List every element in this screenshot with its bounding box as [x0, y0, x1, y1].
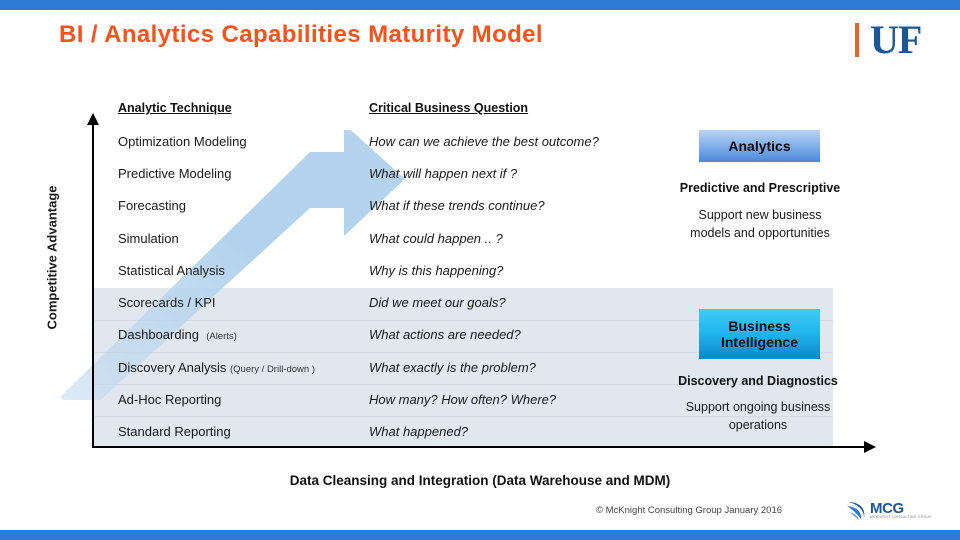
bottom-accent-bar [0, 530, 960, 540]
uf-logo: UF [855, 17, 922, 62]
business-intelligence-body: Support ongoing business operations [685, 400, 831, 432]
cell-question: How can we achieve the best outcome? [369, 134, 599, 149]
cell-question: What exactly is the problem? [369, 360, 536, 375]
x-axis-arrowhead [864, 441, 876, 453]
copyright-text: © McKnight Consulting Group January 2016 [596, 505, 783, 516]
table-row: Simulation [118, 231, 179, 246]
cell-question: What actions are needed? [369, 327, 521, 342]
table-row: Standard Reporting [118, 424, 231, 439]
cell-technique: Predictive Modeling [118, 166, 232, 181]
cell-technique-note: (Alerts) [206, 331, 237, 342]
cell-question: What will happen next if ? [369, 166, 518, 181]
cell-question: What happened? [369, 424, 469, 439]
y-axis-line [92, 122, 94, 448]
analytics-body: Support new business models and opportun… [690, 208, 830, 240]
uf-divider-bar [855, 23, 859, 57]
table-row: Discovery Analysis (Query / Drill-down ) [118, 360, 315, 375]
cell-question: What if these trends continue? [369, 198, 545, 213]
cell-technique: Ad-Hoc Reporting [118, 392, 222, 407]
cell-question: Why is this happening? [369, 263, 504, 278]
table-row: Ad-Hoc Reporting [118, 392, 221, 407]
slide-canvas: BI / Analytics Capabilities Maturity Mod… [0, 0, 960, 540]
foundation-label: Data Cleansing and Integration (Data War… [289, 473, 671, 488]
column-header-technique: Analytic Technique [118, 101, 232, 115]
mcg-logo-subtext: MCKNIGHT CONSULTING GROUP [870, 515, 932, 519]
x-axis-line [92, 446, 865, 448]
y-axis-label: Competitive Advantage [44, 185, 60, 330]
cell-question: How many? How often? Where? [369, 392, 557, 407]
table-row: Forecasting [118, 198, 186, 213]
table-row: Dashboarding (Alerts) [118, 327, 237, 342]
analytics-badge: Analytics [699, 130, 820, 162]
uf-logo-text: UF [870, 17, 922, 62]
cell-technique: Optimization Modeling [118, 134, 247, 149]
table-row: Optimization Modeling [118, 134, 247, 149]
cell-technique-note: (Query / Drill-down ) [230, 364, 315, 375]
top-accent-bar [0, 0, 960, 10]
cell-technique: Forecasting [118, 198, 186, 213]
page-title: BI / Analytics Capabilities Maturity Mod… [59, 21, 544, 48]
cell-technique: Statistical Analysis [118, 263, 225, 278]
table-row: Predictive Modeling [118, 166, 231, 181]
cell-technique: Scorecards / KPI [118, 295, 216, 310]
y-axis-arrowhead [87, 113, 99, 125]
business-intelligence-heading: Discovery and Diagnostics [678, 374, 838, 388]
mcg-logo: MCG MCKNIGHT CONSULTING GROUP [845, 498, 932, 526]
table-row: Statistical Analysis [118, 263, 225, 278]
cell-question: What could happen .. ? [369, 231, 503, 246]
column-header-question: Critical Business Question [369, 101, 529, 115]
mcg-swoosh-icon [847, 502, 865, 520]
cell-technique: Simulation [118, 231, 179, 246]
analytics-heading: Predictive and Prescriptive [679, 181, 841, 195]
cell-question: Did we meet our goals? [369, 295, 506, 310]
cell-technique: Dashboarding [118, 327, 199, 342]
table-row: Scorecards / KPI [118, 295, 216, 310]
business-intelligence-badge: Business Intelligence [699, 309, 820, 359]
cell-technique: Discovery Analysis [118, 360, 227, 375]
cell-technique: Standard Reporting [118, 424, 231, 439]
